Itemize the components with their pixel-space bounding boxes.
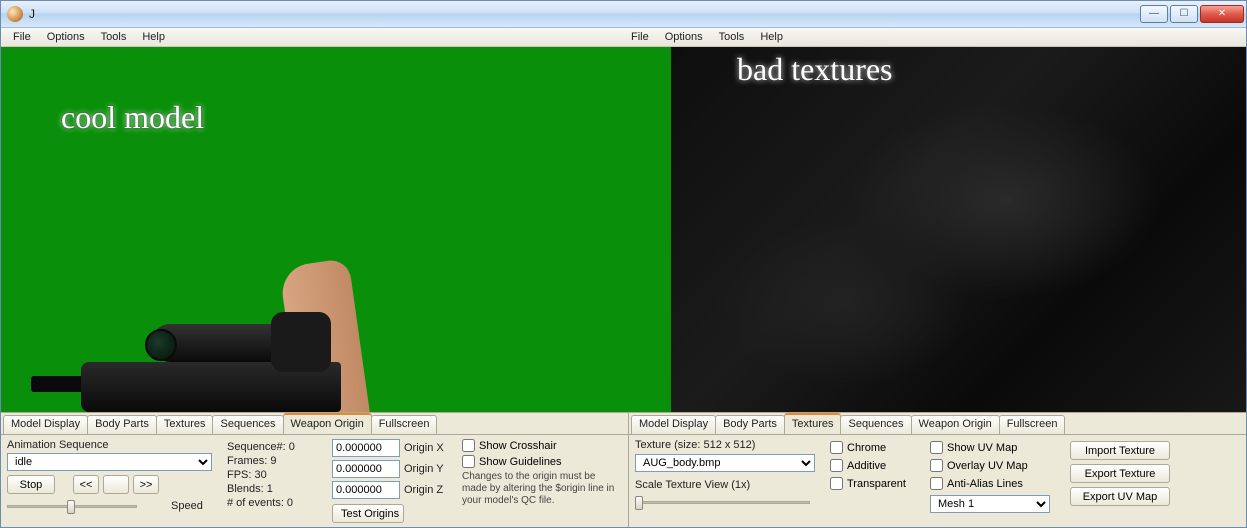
- import-texture-button[interactable]: Import Texture: [1070, 441, 1170, 460]
- menubar: File Options Tools Help File Options Too…: [1, 28, 1246, 47]
- mesh-select[interactable]: Mesh 1: [930, 495, 1050, 513]
- overlay-uv-checkbox[interactable]: Overlay UV Map: [930, 459, 1060, 472]
- origin-y-input[interactable]: [332, 460, 400, 478]
- tab-body-parts-right[interactable]: Body Parts: [715, 415, 785, 434]
- transparent-checkbox[interactable]: Transparent: [830, 477, 920, 490]
- window-controls: — ☐ ✕: [1140, 5, 1244, 23]
- texture-size-label: Texture (size: 512 x 512): [635, 439, 820, 451]
- next-seq-button[interactable]: >>: [133, 475, 159, 494]
- overlay-label-left: cool model: [61, 99, 204, 136]
- tab-weapon-origin-right[interactable]: Weapon Origin: [911, 415, 1000, 434]
- show-uv-checkbox[interactable]: Show UV Map: [930, 441, 1060, 454]
- menu-file-right[interactable]: File: [623, 29, 657, 45]
- test-origins-button[interactable]: Test Origins: [332, 504, 404, 523]
- speed-slider[interactable]: [7, 498, 137, 514]
- origin-y-label: Origin Y: [404, 463, 444, 475]
- model-render: [21, 232, 421, 412]
- frame-seq-button[interactable]: [103, 475, 129, 494]
- tab-sequences-right[interactable]: Sequences: [840, 415, 911, 434]
- export-uv-button[interactable]: Export UV Map: [1070, 487, 1170, 506]
- antialias-checkbox[interactable]: Anti-Alias Lines: [930, 477, 1060, 490]
- additive-checkbox[interactable]: Additive: [830, 459, 920, 472]
- tab-weapon-origin-left[interactable]: Weapon Origin: [283, 413, 372, 434]
- origin-x-label: Origin X: [404, 442, 444, 454]
- menu-options-right[interactable]: Options: [657, 29, 711, 45]
- origin-x-input[interactable]: [332, 439, 400, 457]
- viewports: cool model bad textures: [1, 47, 1246, 412]
- scale-texture-label: Scale Texture View (1x): [635, 479, 820, 491]
- close-button[interactable]: ✕: [1200, 5, 1244, 23]
- events-label: # of events: 0: [227, 497, 322, 509]
- show-guidelines-checkbox[interactable]: Show Guidelines: [462, 455, 622, 468]
- overlay-label-right: bad textures: [737, 51, 893, 88]
- panel-right: Model Display Body Parts Textures Sequen…: [629, 413, 1246, 527]
- menu-help-left[interactable]: Help: [134, 29, 173, 45]
- minimize-button[interactable]: —: [1140, 5, 1168, 23]
- tab-model-display-right[interactable]: Model Display: [631, 415, 716, 434]
- app-window: J — ☐ ✕ File Options Tools Help File Opt…: [0, 0, 1247, 528]
- origin-note: Changes to the origin must be made by al…: [462, 471, 617, 507]
- speed-label: Speed: [171, 500, 203, 512]
- export-texture-button[interactable]: Export Texture: [1070, 464, 1170, 483]
- window-title: J: [27, 7, 1140, 21]
- origin-z-label: Origin Z: [404, 484, 443, 496]
- frames-label: Frames: 9: [227, 455, 322, 467]
- app-icon: [7, 6, 23, 22]
- titlebar: J — ☐ ✕: [1, 1, 1246, 28]
- tab-model-display-left[interactable]: Model Display: [3, 415, 88, 434]
- tabcontent-left: Animation Sequence idle Stop << >> Speed…: [1, 434, 628, 527]
- tab-fullscreen-right[interactable]: Fullscreen: [999, 415, 1066, 434]
- origin-z-input[interactable]: [332, 481, 400, 499]
- viewport-right[interactable]: bad textures: [671, 47, 1246, 412]
- tab-textures-left[interactable]: Textures: [156, 415, 214, 434]
- tab-body-parts-left[interactable]: Body Parts: [87, 415, 157, 434]
- texture-file-select[interactable]: AUG_body.bmp: [635, 454, 815, 472]
- tabstrip-right: Model Display Body Parts Textures Sequen…: [629, 413, 1246, 434]
- blends-label: Blends: 1: [227, 483, 322, 495]
- menu-options-left[interactable]: Options: [39, 29, 93, 45]
- anim-seq-label: Animation Sequence: [7, 439, 217, 451]
- scale-texture-slider[interactable]: [635, 494, 810, 510]
- menu-help-right[interactable]: Help: [752, 29, 791, 45]
- menu-file-left[interactable]: File: [5, 29, 39, 45]
- texture-render: [671, 47, 1246, 412]
- tab-fullscreen-left[interactable]: Fullscreen: [371, 415, 438, 434]
- anim-seq-select[interactable]: idle: [7, 453, 212, 471]
- show-crosshair-checkbox[interactable]: Show Crosshair: [462, 439, 622, 452]
- fps-label: FPS: 30: [227, 469, 322, 481]
- tabcontent-right: Texture (size: 512 x 512) AUG_body.bmp S…: [629, 434, 1246, 527]
- tab-textures-right[interactable]: Textures: [784, 413, 842, 434]
- stop-button[interactable]: Stop: [7, 475, 55, 494]
- maximize-button[interactable]: ☐: [1170, 5, 1198, 23]
- viewport-left[interactable]: cool model: [1, 47, 671, 412]
- chrome-checkbox[interactable]: Chrome: [830, 441, 920, 454]
- prev-seq-button[interactable]: <<: [73, 475, 99, 494]
- bottom-panels: Model Display Body Parts Textures Sequen…: [1, 412, 1246, 527]
- menu-tools-right[interactable]: Tools: [711, 29, 753, 45]
- tabstrip-left: Model Display Body Parts Textures Sequen…: [1, 413, 628, 434]
- panel-left: Model Display Body Parts Textures Sequen…: [1, 413, 629, 527]
- seq-num-label: Sequence#: 0: [227, 441, 322, 453]
- menu-tools-left[interactable]: Tools: [93, 29, 135, 45]
- tab-sequences-left[interactable]: Sequences: [212, 415, 283, 434]
